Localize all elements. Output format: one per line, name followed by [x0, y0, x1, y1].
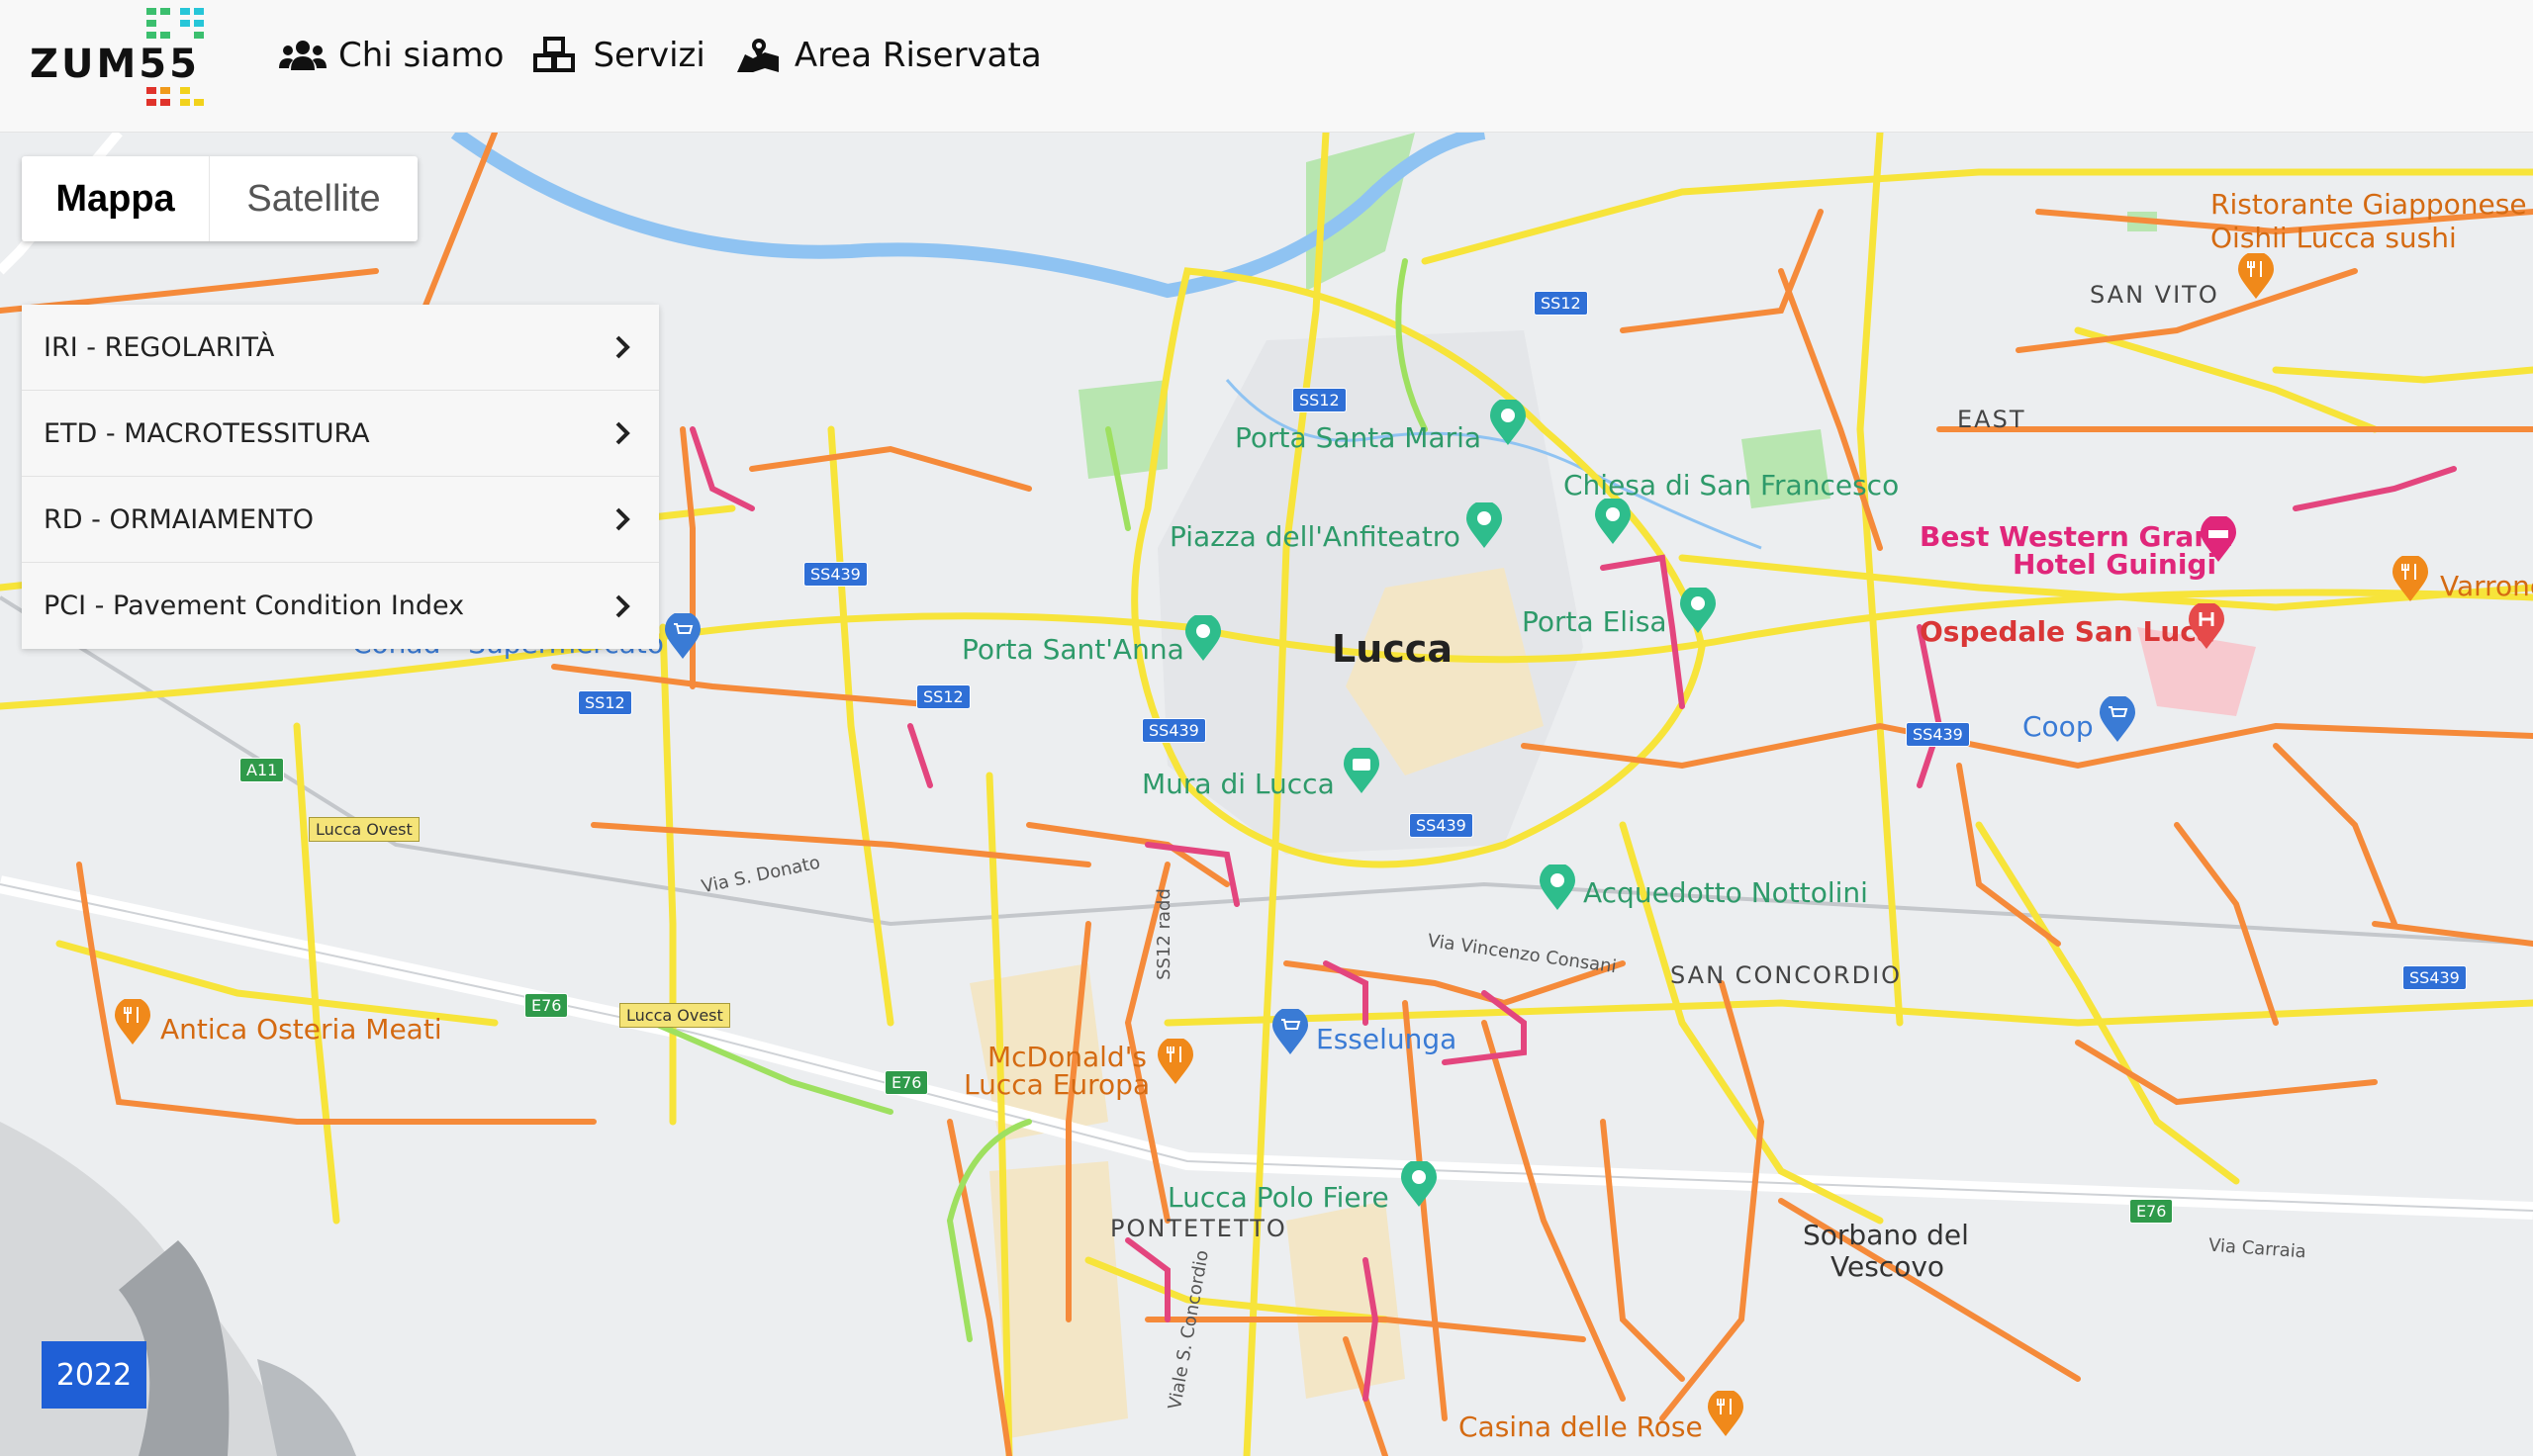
shopping-cart-pin-icon[interactable] [2098, 696, 2137, 744]
map-label-pontetetto: PONTETETTO [1110, 1215, 1287, 1242]
map-label-ristorante-giapponese[interactable]: Ristorante Giapponese [2210, 188, 2527, 221]
map-type-satellite-button[interactable]: Satellite [210, 156, 418, 241]
top-header: ZUM55 Chi siamo Servizi Area Riservata [0, 0, 2533, 133]
logo-text: ZUM55 [30, 42, 200, 87]
landmark-pin-icon[interactable] [1183, 615, 1223, 663]
shield-ss439: SS439 [2402, 965, 2467, 990]
landmark-pin-icon[interactable] [1399, 1161, 1439, 1209]
map-label-casina-delle-rose[interactable]: Casina delle Rose [1458, 1410, 1703, 1443]
shield-e76: E76 [524, 993, 569, 1018]
restaurant-pin-icon[interactable] [1156, 1039, 1195, 1086]
nav-servizi[interactable]: Servizi [533, 36, 705, 75]
main-nav: Chi siamo Servizi Area Riservata [279, 36, 1042, 75]
map-label-porta-elisa[interactable]: Porta Elisa [1522, 605, 1667, 638]
map-label-piazza-anfiteatro[interactable]: Piazza dell'Anfiteatro [1170, 520, 1460, 553]
shield-ss439: SS439 [1409, 813, 1473, 838]
restaurant-pin-icon[interactable] [2236, 253, 2276, 301]
layer-menu: IRI - REGOLARITÀ ETD - MACROTESSITURA RD… [22, 305, 659, 649]
shield-ss12: SS12 [1534, 291, 1588, 316]
landmark-pin-icon[interactable] [1538, 864, 1577, 912]
chevron-right-icon [615, 421, 630, 445]
shield-ss439: SS439 [803, 562, 868, 587]
map-label-lucca-europa[interactable]: Lucca Europa [964, 1068, 1150, 1101]
map-label-lucca[interactable]: Lucca [1332, 627, 1453, 671]
layer-item-pci[interactable]: PCI - Pavement Condition Index [22, 563, 659, 649]
map-label-antica-osteria-meati[interactable]: Antica Osteria Meati [160, 1013, 442, 1046]
shield-lucca-ovest: Lucca Ovest [619, 1003, 730, 1028]
restaurant-pin-icon[interactable] [1706, 1391, 1745, 1438]
map-label-san-vito: SAN VITO [2090, 281, 2219, 309]
map-label-sorbano: Sorbano del [1803, 1219, 1969, 1251]
boxes-icon [533, 37, 576, 72]
map-type-mappa-button[interactable]: Mappa [22, 156, 210, 241]
map-label-lucca-polo-fiere[interactable]: Lucca Polo Fiere [1168, 1181, 1389, 1214]
shield-e76: E76 [2129, 1199, 2174, 1224]
shield-a11: A11 [239, 758, 285, 782]
layer-item-label: ETD - MACROTESSITURA [44, 417, 370, 449]
map-label-vescovo: Vescovo [1830, 1250, 1945, 1283]
layer-item-label: IRI - REGOLARITÀ [44, 331, 275, 363]
landmark-pin-icon[interactable] [1593, 499, 1633, 546]
shield-ss12: SS12 [1292, 388, 1347, 412]
nav-servizi-label: Servizi [593, 36, 705, 75]
shield-ss12: SS12 [578, 690, 632, 715]
chevron-right-icon [615, 335, 630, 359]
shield-e76: E76 [885, 1070, 929, 1095]
map-label-porta-sant-anna[interactable]: Porta Sant'Anna [962, 633, 1184, 666]
users-icon [279, 41, 327, 70]
map-label-acquedotto-nottolini[interactable]: Acquedotto Nottolini [1583, 876, 1868, 909]
nav-chi-siamo[interactable]: Chi siamo [279, 36, 504, 75]
shopping-cart-pin-icon[interactable] [1270, 1009, 1310, 1056]
nav-chi-siamo-label: Chi siamo [338, 36, 505, 75]
hotel-pin-icon[interactable] [2199, 516, 2238, 564]
map-label-oishii-sushi[interactable]: Oishii Lucca sushi [2210, 222, 2457, 254]
layer-item-rd[interactable]: RD - ORMAIAMENTO [22, 477, 659, 563]
chevron-right-icon [615, 507, 630, 531]
map-label-ospedale-san-luca[interactable]: Ospedale San Luca [1920, 615, 2215, 648]
map-label-esselunga[interactable]: Esselunga [1316, 1023, 1456, 1055]
shield-lucca-ovest: Lucca Ovest [309, 817, 420, 842]
layer-item-label: RD - ORMAIAMENTO [44, 503, 314, 535]
shield-ss12: SS12 [916, 684, 971, 709]
nav-area-riservata[interactable]: Area Riservata [735, 36, 1042, 75]
map-label-east: EAST [1957, 406, 2026, 433]
map-marked-icon [736, 39, 779, 72]
landmark-pin-icon[interactable] [1678, 588, 1718, 635]
road-label-ss12-radd: SS12 radd [1153, 888, 1174, 980]
map-type-control: Mappa Satellite [22, 156, 418, 241]
map-label-varrone[interactable]: Varrone [2440, 570, 2533, 602]
layer-item-etd[interactable]: ETD - MACROTESSITURA [22, 391, 659, 477]
map-label-coop[interactable]: Coop [2022, 710, 2094, 743]
layer-item-iri[interactable]: IRI - REGOLARITÀ [22, 305, 659, 391]
chevron-right-icon [615, 594, 630, 617]
nav-area-riservata-label: Area Riservata [794, 36, 1042, 75]
camera-pin-icon[interactable] [1342, 748, 1381, 795]
map-label-porta-santa-maria[interactable]: Porta Santa Maria [1235, 421, 1481, 454]
layer-item-label: PCI - Pavement Condition Index [44, 591, 465, 621]
map-label-mura-di-lucca[interactable]: Mura di Lucca [1142, 768, 1335, 800]
shield-ss439: SS439 [1142, 718, 1206, 743]
map-label-hotel-guinigi[interactable]: Hotel Guinigi [2013, 548, 2216, 581]
map-label-san-concordio: SAN CONCORDIO [1670, 961, 1903, 989]
landmark-pin-icon[interactable] [1488, 400, 1528, 447]
shopping-cart-pin-icon[interactable] [663, 613, 703, 661]
hospital-pin-icon[interactable] [2187, 603, 2226, 651]
restaurant-pin-icon[interactable] [2391, 556, 2430, 603]
year-badge[interactable]: 2022 [42, 1341, 146, 1409]
landmark-pin-icon[interactable] [1464, 502, 1504, 550]
zum55-logo[interactable]: ZUM55 [30, 6, 208, 115]
map-label-chiesa-san-francesco[interactable]: Chiesa di San Francesco [1563, 469, 1899, 501]
shield-ss439: SS439 [1906, 722, 1970, 747]
restaurant-pin-icon[interactable] [113, 999, 152, 1046]
